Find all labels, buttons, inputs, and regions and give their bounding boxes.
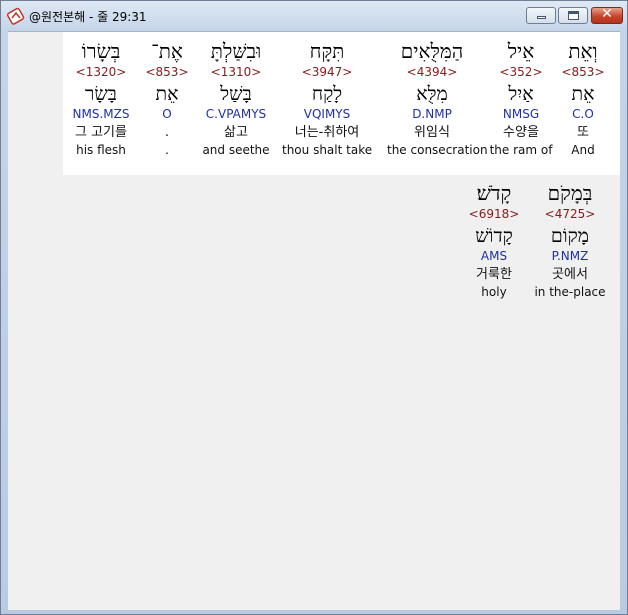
- strong-number: <352>: [499, 65, 543, 79]
- word-column[interactable]: בְּשָׂרוֹ <1320> בָּשָׂר NMS.MZS 그 고기를 his fl…: [56, 38, 146, 158]
- morphology-code: D.NMP: [412, 107, 452, 121]
- window-title: @원전본해 - 줄 29:31: [29, 10, 147, 24]
- minimize-button[interactable]: [526, 7, 556, 24]
- lemma: אַיִל: [508, 83, 534, 105]
- word-column[interactable]: הַמִּלֻּאִים <4394> מִלֻּא D.NMP 위임식 the cons…: [387, 38, 488, 158]
- hebrew-word: קָדֹשׁ׃: [476, 181, 512, 205]
- strong-number: <6918>: [468, 207, 520, 221]
- lemma: בָּשָׂר: [85, 83, 117, 105]
- word-column[interactable]: אֵיל <352> אַיִל NMSG 수양을 the ram of: [476, 38, 566, 158]
- strong-number: <3947>: [301, 65, 353, 79]
- hebrew-word: הַמִּלֻּאִים: [400, 39, 464, 63]
- english-gloss: his flesh: [76, 143, 126, 157]
- korean-gloss: 위임식: [414, 125, 450, 140]
- maximize-button[interactable]: [558, 7, 588, 24]
- lemma: מִלֻּא: [416, 83, 448, 105]
- lemma: קָדוֹשׁ: [475, 225, 513, 247]
- korean-gloss: 그 고기를: [75, 125, 127, 140]
- korean-gloss: 수양을: [503, 125, 539, 140]
- title-bar[interactable]: @원전본해 - 줄 29:31 ✕: [1, 1, 627, 31]
- strong-number: <1320>: [75, 65, 127, 79]
- interlinear-pane[interactable]: וְאֵת <853> אֵת C.O 또 And אֵיל <352> אַיִל NMSG 수양…: [8, 31, 620, 610]
- maximize-icon: [568, 11, 579, 20]
- app-icon: [6, 7, 25, 25]
- hebrew-word: תִּקָּח: [309, 39, 345, 63]
- korean-gloss: 거룩한: [476, 267, 512, 282]
- hebrew-word: בְּשָׂרוֹ: [81, 39, 121, 63]
- lemma: לָקַח: [311, 83, 343, 105]
- morphology-code: NMSG: [502, 107, 540, 121]
- english-gloss: thou shalt take: [282, 143, 373, 157]
- english-gloss: the ram of: [489, 143, 553, 157]
- strong-number: <4394>: [406, 65, 458, 79]
- english-gloss: the consecration: [387, 143, 488, 157]
- korean-gloss: 너는-취하여: [294, 125, 360, 140]
- word-column[interactable]: תִּקָּח <3947> לָקַח VQIMYS 너는-취하여 thou shalt…: [282, 38, 372, 158]
- app-window: @원전본해 - 줄 29:31 ✕ וְאֵת <853> אֵת C.O 또 And אֵ…: [0, 0, 628, 615]
- close-icon: ✕: [601, 6, 613, 22]
- morphology-code: NMS.MZS: [72, 107, 130, 121]
- english-gloss: holy: [481, 285, 507, 299]
- morphology-code: VQIMYS: [303, 107, 351, 121]
- minimize-icon: [537, 16, 546, 19]
- close-button[interactable]: ✕: [591, 6, 623, 24]
- morphology-code: AMS: [480, 249, 508, 263]
- hebrew-word: אֵיל: [507, 39, 535, 63]
- word-column[interactable]: קָדֹשׁ׃ <6918> קָדוֹשׁ AMS 거룩한 holy: [449, 180, 539, 300]
